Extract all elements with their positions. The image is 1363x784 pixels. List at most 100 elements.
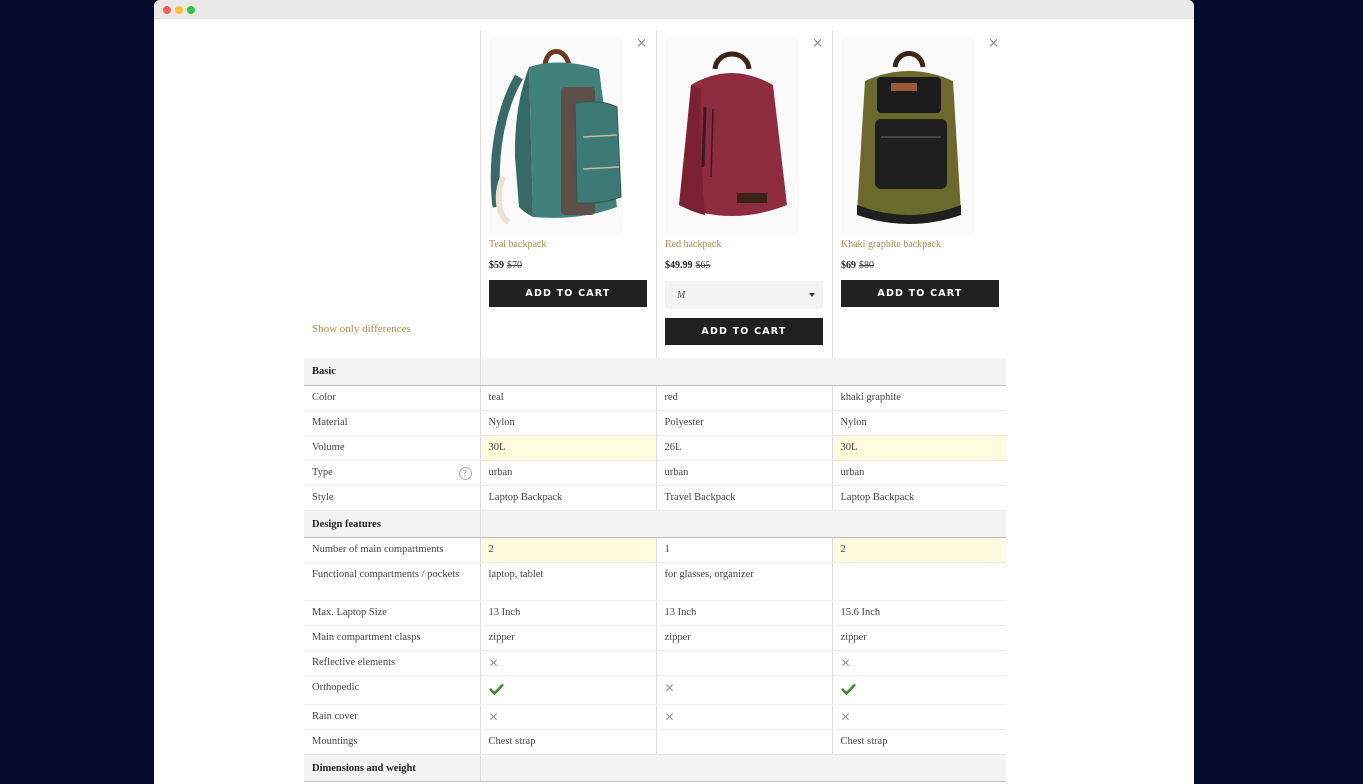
table-row: Material Nylon Polyester Nylon — [304, 410, 1006, 436]
cell-value: 30L — [479, 435, 656, 461]
section-row-basic: Basic — [304, 358, 1006, 386]
checkmark-icon — [840, 683, 999, 695]
row-label: Type — [312, 466, 333, 478]
checkmark-icon — [488, 683, 648, 695]
section-title: Design features — [304, 510, 480, 538]
minimize-window-button[interactable] — [175, 6, 183, 14]
row-label: Main compartment clasps — [304, 625, 480, 651]
product-image-teal-backpack[interactable] — [489, 37, 623, 235]
cell-value — [831, 562, 1006, 601]
section-title: Basic — [304, 358, 480, 386]
close-window-button[interactable] — [163, 6, 171, 14]
table-row: Mountings Chest strap Chest strap — [304, 729, 1006, 755]
cross-icon: ✕ — [488, 709, 499, 724]
product-header: Show only differences × Teal backpack $5… — [304, 31, 1006, 358]
table-row: Max. Laptop Size 13 Inch 13 Inch 15.6 In… — [304, 600, 1006, 626]
row-label: Volume — [304, 435, 480, 461]
title-bar — [154, 0, 1194, 19]
product-price: $69 $80 — [841, 260, 874, 271]
cell-value: 26L — [655, 435, 832, 461]
section-row-design: Design features — [304, 510, 1006, 538]
comparison-table: Show only differences × Teal backpack $5… — [304, 31, 1006, 782]
cell-value: 15.6 Inch — [831, 600, 1006, 626]
add-to-cart-button[interactable]: ADD TO CART — [489, 280, 647, 307]
cell-value: khaki graphite — [831, 385, 1006, 411]
old-price: $80 — [859, 260, 874, 271]
cell-value: Laptop Backpack — [479, 485, 656, 511]
cell-value: 13 Inch — [655, 600, 832, 626]
cell-value: urban — [655, 460, 832, 486]
add-to-cart-button[interactable]: ADD TO CART — [665, 318, 823, 345]
header-left-cell: Show only differences — [304, 31, 480, 358]
cell-value: urban — [479, 460, 656, 486]
cell-value: Nylon — [831, 410, 1006, 436]
cell-value: laptop, tablet — [479, 562, 656, 601]
row-label: Orthopedic — [304, 675, 480, 705]
browser-window: Show only differences × Teal backpack $5… — [154, 0, 1194, 784]
cell-value: zipper — [831, 625, 1006, 651]
row-label: Max. Laptop Size — [304, 600, 480, 626]
table-row: Main compartment clasps zipper zipper zi… — [304, 625, 1006, 651]
cell-value: Nylon — [479, 410, 656, 436]
cross-icon: ✕ — [840, 709, 851, 724]
cell-value: teal — [479, 385, 656, 411]
row-label: Style — [304, 485, 480, 511]
product-name-link[interactable]: Teal backpack — [489, 239, 546, 250]
help-icon[interactable]: ? — [458, 466, 472, 480]
section-title: Dimensions and weight — [304, 754, 480, 782]
size-select-value: M — [677, 289, 686, 301]
show-only-differences-link[interactable]: Show only differences — [312, 323, 411, 335]
cell-value: 2 — [831, 537, 1006, 563]
cell-value: for glasses, organizer — [655, 562, 832, 601]
table-row: Orthopedic ✕ — [304, 675, 1006, 705]
cell-value: Travel Backpack — [655, 485, 832, 511]
table-row: Style Laptop Backpack Travel Backpack La… — [304, 485, 1006, 511]
cell-value: 1 — [655, 537, 832, 563]
table-row: Number of main compartments 2 1 2 — [304, 537, 1006, 563]
add-to-cart-button[interactable]: ADD TO CART — [841, 280, 999, 307]
table-row: Volume 30L 26L 30L — [304, 435, 1006, 461]
remove-product-icon[interactable]: × — [812, 37, 823, 50]
table-row: Rain cover ✕ ✕ ✕ — [304, 704, 1006, 730]
size-select[interactable]: M — [665, 281, 823, 309]
remove-product-icon[interactable]: × — [636, 37, 647, 50]
product-name-link[interactable]: Red backpack — [665, 239, 721, 250]
cross-icon: ✕ — [488, 655, 499, 670]
product-column-red: × Red backpack $49.99 $65 M ADD TO CART — [656, 31, 832, 358]
cell-value: Chest strap — [831, 729, 1006, 755]
old-price: $65 — [695, 260, 711, 271]
cell-value: red — [655, 385, 832, 411]
cross-icon: ✕ — [664, 709, 675, 724]
cell-value: 30L — [831, 435, 1006, 461]
table-row: Functional compartments / pockets laptop… — [304, 562, 1006, 601]
current-price: $69 — [841, 260, 856, 271]
row-label: Reflective elements — [304, 650, 480, 676]
product-price: $59 $70 — [489, 260, 522, 271]
cell-value: zipper — [479, 625, 656, 651]
cross-icon: ✕ — [664, 680, 675, 695]
row-label: Color — [304, 385, 480, 411]
maximize-window-button[interactable] — [187, 6, 195, 14]
product-image-khaki-backpack[interactable] — [841, 37, 975, 235]
row-label: Number of main compartments — [304, 537, 480, 563]
attribute-table: Basic Color teal red khaki graphite Mate… — [304, 358, 1006, 782]
product-name-link[interactable]: Khaki graphite backpack — [841, 239, 941, 250]
old-price: $70 — [507, 260, 522, 271]
product-column-khaki: × Khaki graphite backpack $69 $80 ADD TO… — [832, 31, 1008, 358]
product-image-red-backpack[interactable] — [665, 37, 799, 235]
cell-value: urban — [831, 460, 1006, 486]
current-price: $59 — [489, 260, 504, 271]
cross-icon: ✕ — [840, 655, 851, 670]
table-row: Reflective elements ✕ ✕ — [304, 650, 1006, 676]
row-label: Mountings — [304, 729, 480, 755]
cell-value: 2 — [479, 537, 656, 563]
row-label-cell: Type? — [304, 460, 480, 486]
remove-product-icon[interactable]: × — [988, 37, 999, 50]
cell-value: Chest strap — [479, 729, 656, 755]
cell-value: Laptop Backpack — [831, 485, 1006, 511]
table-row: Color teal red khaki graphite — [304, 385, 1006, 411]
section-row-dimensions: Dimensions and weight — [304, 754, 1006, 782]
cell-value: zipper — [655, 625, 832, 651]
table-row: Type? urban urban urban — [304, 460, 1006, 486]
caret-down-icon — [809, 293, 815, 297]
